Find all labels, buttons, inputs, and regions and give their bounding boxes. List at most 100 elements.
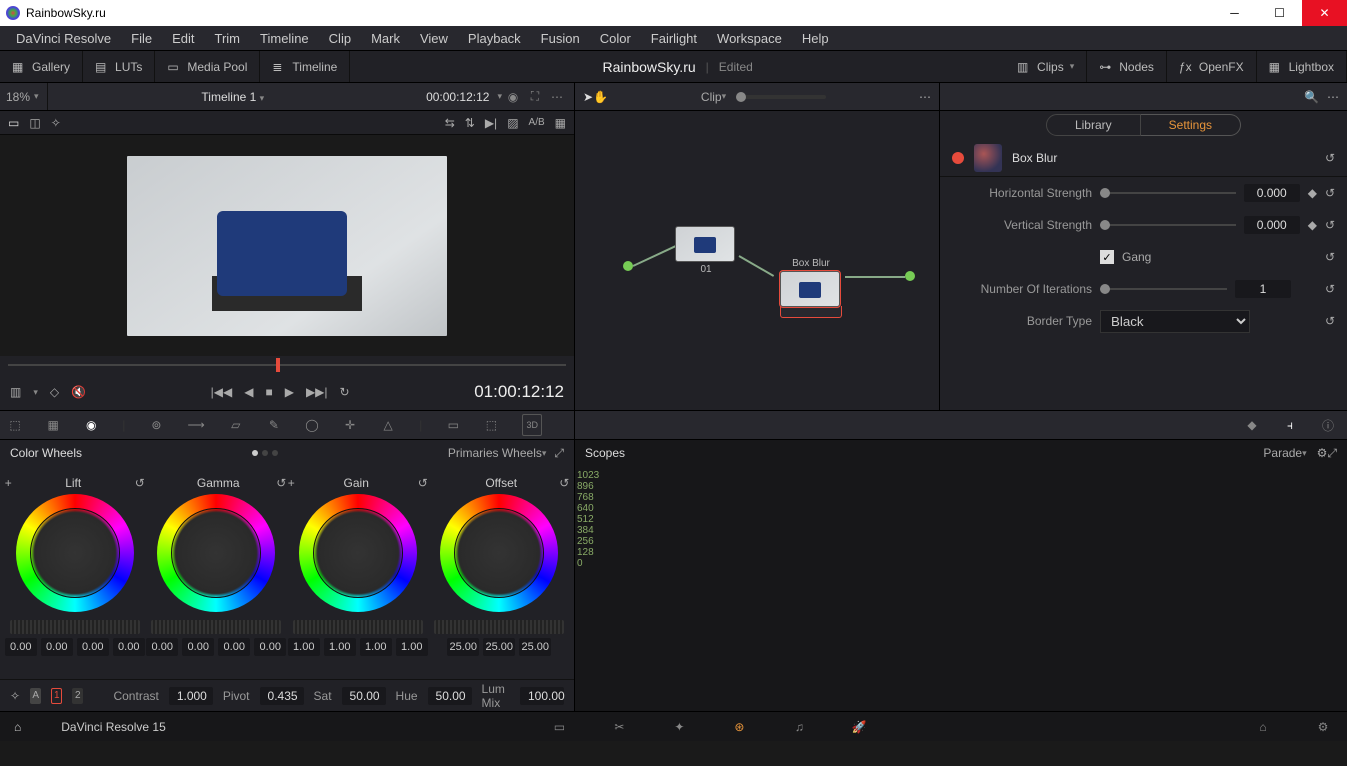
- wheels-mode[interactable]: Primaries Wheels: [448, 446, 542, 460]
- keyframe-icon[interactable]: ◆: [1308, 186, 1317, 200]
- reset-icon[interactable]: ↺: [1325, 314, 1335, 328]
- info-icon[interactable]: ⓘ: [1317, 414, 1339, 436]
- wheels-expand-icon[interactable]: ⤢: [554, 446, 564, 461]
- play-icon[interactable]: ▶: [285, 385, 294, 399]
- menu-trim[interactable]: Trim: [205, 27, 251, 50]
- still-icon[interactable]: ▥: [10, 385, 21, 399]
- menu-mark[interactable]: Mark: [361, 27, 410, 50]
- node-01[interactable]: 01: [675, 226, 737, 275]
- hstrength-value[interactable]: 0.000: [1244, 184, 1300, 202]
- swap-icon[interactable]: ⇆: [445, 116, 455, 130]
- maximize-button[interactable]: ☐: [1257, 0, 1302, 26]
- window-icon[interactable]: ◯: [305, 414, 319, 436]
- viewer-viewport[interactable]: [0, 135, 574, 356]
- hue-value[interactable]: 50.00: [428, 687, 472, 705]
- timeline-name[interactable]: Timeline 1: [201, 90, 256, 104]
- gamma-wheel[interactable]: [157, 494, 275, 612]
- hstrength-slider[interactable]: [1100, 192, 1236, 194]
- offset-jog[interactable]: [434, 620, 564, 634]
- layer-icon[interactable]: ◇: [50, 385, 59, 399]
- zoom-dropdown[interactable]: 18%▾: [6, 83, 48, 110]
- eyedrop-icon[interactable]: ✎: [267, 414, 281, 436]
- next-icon[interactable]: ▶|: [485, 116, 497, 130]
- menu-file[interactable]: File: [121, 27, 162, 50]
- view-dual-icon[interactable]: ◫: [29, 116, 40, 130]
- wheels-icon[interactable]: ◉: [84, 414, 98, 436]
- tracker-icon[interactable]: ✛: [343, 414, 357, 436]
- openfx-button[interactable]: ƒxOpenFX: [1167, 51, 1257, 82]
- vstrength-slider[interactable]: [1100, 224, 1236, 226]
- node-boxblur[interactable]: Box Blur: [780, 256, 842, 318]
- iter-value[interactable]: 1: [1235, 280, 1291, 298]
- menu-color[interactable]: Color: [590, 27, 641, 50]
- page-1[interactable]: 1: [51, 688, 62, 704]
- fx-enable-dot[interactable]: [952, 152, 964, 164]
- lift-jog[interactable]: [10, 620, 140, 634]
- fairlight-page-icon[interactable]: ♫: [789, 720, 809, 734]
- reset-icon[interactable]: ↺: [559, 476, 569, 490]
- fusion-page-icon[interactable]: ✦: [669, 720, 689, 734]
- search-icon[interactable]: 🔍: [1304, 90, 1319, 104]
- nodes-button[interactable]: ⊶Nodes: [1087, 51, 1167, 82]
- loop-icon[interactable]: ↻: [340, 385, 350, 399]
- menu-davinci[interactable]: DaVinci Resolve: [6, 27, 121, 50]
- play-reverse-icon[interactable]: ◀: [244, 385, 253, 399]
- menu-view[interactable]: View: [410, 27, 458, 50]
- checker-icon[interactable]: ▨: [507, 116, 518, 130]
- tab-settings[interactable]: Settings: [1141, 114, 1241, 136]
- last-frame-icon[interactable]: ▶▶|: [306, 385, 328, 399]
- graph-output-dot[interactable]: [905, 271, 915, 281]
- border-select[interactable]: Black: [1100, 310, 1250, 333]
- 3d-icon[interactable]: 3D: [522, 414, 542, 436]
- menu-edit[interactable]: Edit: [162, 27, 204, 50]
- iter-slider[interactable]: [1100, 288, 1227, 290]
- stop-icon[interactable]: ■: [265, 385, 272, 399]
- scopes-icon[interactable]: ⫞: [1279, 414, 1301, 436]
- gang-checkbox[interactable]: ✓: [1100, 250, 1114, 264]
- menu-help[interactable]: Help: [792, 27, 839, 50]
- close-button[interactable]: ✕: [1302, 0, 1347, 26]
- deliver-page-icon[interactable]: 🚀: [849, 720, 869, 734]
- mute-icon[interactable]: 🔇: [71, 385, 86, 399]
- media-page-icon[interactable]: ▭: [549, 720, 569, 734]
- scopes-expand-icon[interactable]: ⤢: [1327, 446, 1337, 461]
- reset-fx-icon[interactable]: ↺: [1325, 151, 1335, 165]
- motion-icon[interactable]: ⟶: [188, 414, 205, 436]
- picker-icon[interactable]: +: [288, 476, 295, 490]
- sat-value[interactable]: 50.00: [342, 687, 386, 705]
- a-button[interactable]: A: [30, 688, 41, 704]
- keyframe-icon[interactable]: ◆: [1308, 218, 1317, 232]
- menu-workspace[interactable]: Workspace: [707, 27, 792, 50]
- gallery-button[interactable]: ▦Gallery: [0, 51, 83, 82]
- hand-icon[interactable]: ✋: [593, 90, 608, 104]
- node-zoom-slider[interactable]: [736, 95, 826, 99]
- wand-icon[interactable]: ✧: [51, 116, 61, 130]
- contrast-value[interactable]: 1.000: [169, 687, 213, 705]
- ab-label[interactable]: A/B: [529, 117, 545, 128]
- project-manager-icon[interactable]: ⌂: [1253, 720, 1273, 734]
- first-frame-icon[interactable]: |◀◀: [211, 385, 233, 399]
- tab-library[interactable]: Library: [1046, 114, 1141, 136]
- luts-button[interactable]: ▤LUTs: [83, 51, 155, 82]
- lummix-value[interactable]: 100.00: [520, 687, 564, 705]
- transport-timecode[interactable]: 01:00:12:12: [474, 382, 564, 402]
- fullscreen-icon[interactable]: ⛶: [524, 86, 546, 108]
- keyframes-icon[interactable]: ◆: [1241, 414, 1263, 436]
- view-single-icon[interactable]: ▭: [8, 116, 19, 130]
- reset-icon[interactable]: ↺: [276, 476, 286, 490]
- gamma-jog[interactable]: [151, 620, 281, 634]
- mediapool-button[interactable]: ▭Media Pool: [155, 51, 260, 82]
- pivot-value[interactable]: 0.435: [260, 687, 304, 705]
- blur-icon[interactable]: △: [381, 414, 395, 436]
- menu-playback[interactable]: Playback: [458, 27, 531, 50]
- clips-button[interactable]: ▥Clips▾: [1005, 51, 1087, 82]
- node-options-icon[interactable]: ⋯: [919, 90, 931, 104]
- menu-clip[interactable]: Clip: [319, 27, 361, 50]
- inspector-options-icon[interactable]: ⋯: [1327, 90, 1339, 104]
- updown-icon[interactable]: ⇅: [465, 116, 475, 130]
- project-settings-icon[interactable]: ⚙: [1313, 720, 1333, 734]
- grid-icon[interactable]: ▦: [555, 116, 566, 130]
- menu-fairlight[interactable]: Fairlight: [641, 27, 707, 50]
- key-icon[interactable]: ▭: [446, 414, 460, 436]
- reset-icon[interactable]: ↺: [1325, 186, 1335, 200]
